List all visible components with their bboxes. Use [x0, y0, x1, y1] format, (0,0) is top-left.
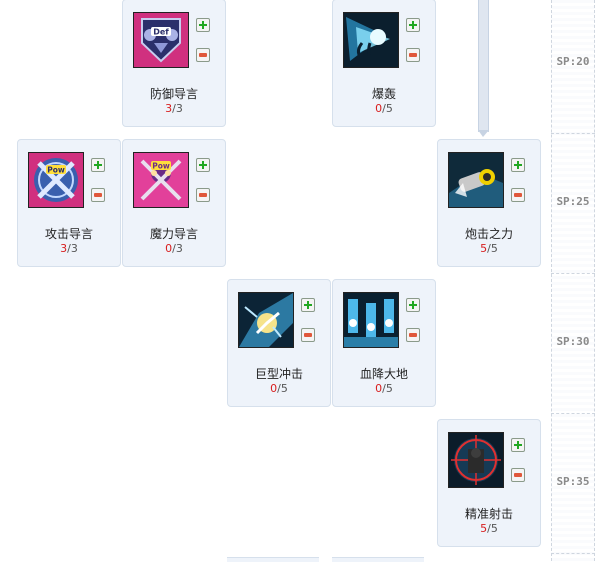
skill-card-magic: Pow 魔力导言 0/3 [122, 139, 226, 267]
remove-point-button[interactable] [406, 328, 420, 342]
sp-requirement-label: SP:35 [556, 475, 590, 488]
sp-row-divider [551, 133, 595, 134]
skill-card-partial [332, 557, 424, 562]
skill-card-attack: Pow 攻击导言 3/3 [17, 139, 121, 267]
skill-card-impact: 巨型冲击 0/5 [227, 279, 331, 407]
add-point-button[interactable] [511, 158, 525, 172]
skill-card-cannon: 炮击之力 5/5 [437, 139, 541, 267]
skill-name: 防御导言 [149, 87, 198, 101]
remove-point-button[interactable] [406, 48, 420, 62]
pow-staves-icon[interactable]: Pow [133, 152, 189, 208]
burst-icon[interactable] [343, 12, 399, 68]
skill-card-snipe: 精准射击 5/5 [437, 419, 541, 547]
add-point-button[interactable] [196, 158, 210, 172]
add-point-button[interactable] [406, 298, 420, 312]
sp-row-divider [551, 413, 595, 414]
remove-point-button[interactable] [511, 188, 525, 202]
skill-name: 爆轰 [371, 87, 396, 101]
add-point-button[interactable] [91, 158, 105, 172]
skill-level: 0/5 [375, 102, 393, 115]
sp-requirement-label: SP:30 [556, 335, 590, 348]
skill-name: 炮击之力 [464, 227, 513, 241]
skill-name: 巨型冲击 [254, 367, 303, 381]
remove-point-button[interactable] [301, 328, 315, 342]
skill-name: 血降大地 [359, 367, 408, 381]
skill-level: 0/3 [165, 242, 183, 255]
svg-text:Pow: Pow [47, 166, 65, 175]
sp-row-divider [551, 553, 595, 554]
skill-level: 3/3 [60, 242, 78, 255]
prerequisite-arrow-icon [478, 130, 489, 137]
prerequisite-connector [478, 0, 489, 132]
skill-name: 攻击导言 [44, 227, 93, 241]
add-point-button[interactable] [301, 298, 315, 312]
remove-point-button[interactable] [196, 188, 210, 202]
skill-card-defense: Def 防御导言 3/3 [122, 0, 226, 127]
skill-card-bloodrain: 血降大地 0/5 [332, 279, 436, 407]
impact-icon[interactable] [238, 292, 294, 348]
add-point-button[interactable] [406, 18, 420, 32]
def-banner-icon[interactable]: Def [133, 12, 189, 68]
svg-text:Pow: Pow [152, 162, 170, 171]
remove-point-button[interactable] [91, 188, 105, 202]
skill-level: 5/5 [480, 242, 498, 255]
svg-text:Def: Def [153, 28, 169, 37]
sp-requirement-label: SP:20 [556, 55, 590, 68]
pow-crossed-icon[interactable]: Pow [28, 152, 84, 208]
skill-level: 0/5 [270, 382, 288, 395]
skill-name: 精准射击 [464, 507, 513, 521]
remove-point-button[interactable] [511, 468, 525, 482]
skill-level: 3/3 [165, 102, 183, 115]
sp-row-divider [551, 273, 595, 274]
add-point-button[interactable] [196, 18, 210, 32]
skill-name: 魔力导言 [149, 227, 198, 241]
add-point-button[interactable] [511, 438, 525, 452]
skill-card-explode: 爆轰 0/5 [332, 0, 436, 127]
skill-level: 0/5 [375, 382, 393, 395]
skill-card-partial [227, 557, 319, 562]
cannon-icon[interactable] [448, 152, 504, 208]
rain-cannons-icon[interactable] [343, 292, 399, 348]
skill-level: 5/5 [480, 522, 498, 535]
remove-point-button[interactable] [196, 48, 210, 62]
crosshair-icon[interactable] [448, 432, 504, 488]
sp-requirement-label: SP:25 [556, 195, 590, 208]
